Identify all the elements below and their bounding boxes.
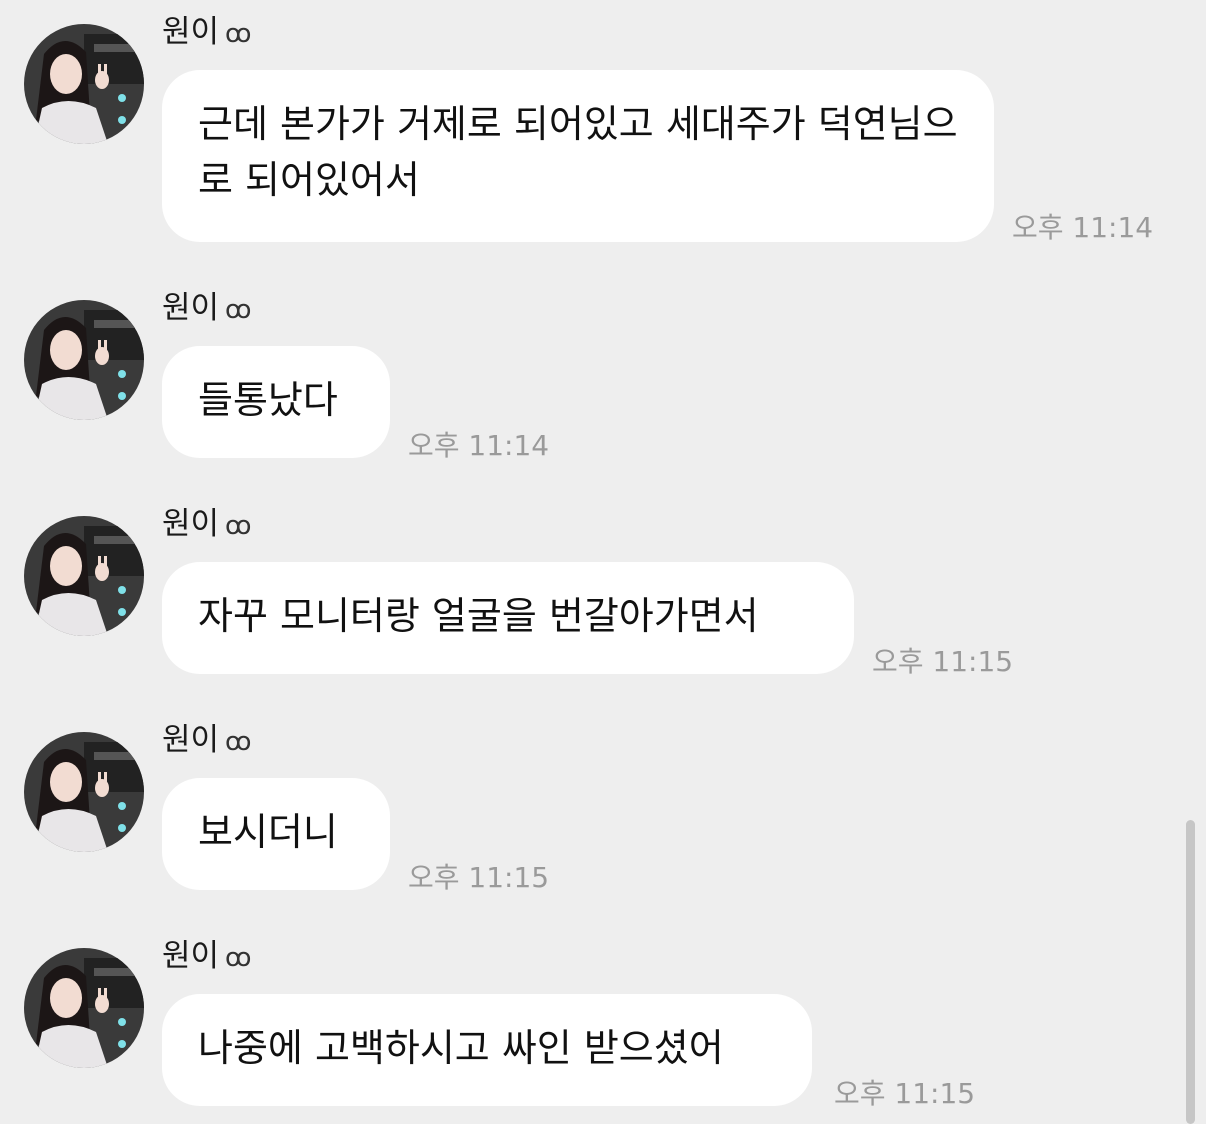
message-time: 오후 11:15 [834, 1077, 976, 1110]
infinity-icon: ꝏ [225, 511, 252, 541]
message-text: 자꾸 모니터랑 얼굴을 번갈아가면서 [198, 594, 759, 638]
infinity-icon: ꝏ [225, 943, 252, 973]
chat-container[interactable]: 원이 ꝏ 근데 본가가 거제로 되어있고 세대주가 덕연님으로 되어있어서 오후 … [0, 0, 1206, 1124]
avatar[interactable] [24, 516, 144, 636]
infinity-icon: ꝏ [225, 19, 252, 49]
avatar-image [24, 516, 144, 636]
avatar-image [24, 24, 144, 144]
avatar-image [24, 300, 144, 420]
avatar[interactable] [24, 24, 144, 144]
message-text: 나중에 고백하시고 싸인 받으셨어 [198, 1026, 724, 1070]
message-bubble[interactable]: 근데 본가가 거제로 되어있고 세대주가 덕연님으로 되어있어서 [162, 70, 994, 242]
sender-name: 원이 ꝏ [162, 504, 252, 546]
sender-name-text: 원이 [162, 938, 220, 974]
sender-name: 원이 ꝏ [162, 288, 252, 330]
message-text: 들통났다 [198, 378, 338, 422]
message-time: 오후 11:14 [1012, 211, 1154, 244]
message-text: 근데 본가가 거제로 되어있고 세대주가 덕연님으로 되어있어서 [198, 102, 958, 202]
avatar[interactable] [24, 300, 144, 420]
message-bubble[interactable]: 들통났다 [162, 346, 390, 458]
infinity-icon: ꝏ [225, 295, 252, 325]
sender-name: 원이 ꝏ [162, 12, 252, 54]
sender-name-text: 원이 [162, 14, 220, 50]
avatar[interactable] [24, 732, 144, 852]
message-bubble[interactable]: 보시더니 [162, 778, 390, 890]
sender-name-text: 원이 [162, 506, 220, 542]
message-time: 오후 11:15 [408, 861, 550, 894]
message-text: 보시더니 [198, 810, 338, 854]
message-bubble[interactable]: 나중에 고백하시고 싸인 받으셨어 [162, 994, 812, 1106]
infinity-icon: ꝏ [225, 727, 252, 757]
sender-name: 원이 ꝏ [162, 936, 252, 978]
avatar-image [24, 948, 144, 1068]
message-time: 오후 11:15 [872, 645, 1014, 678]
message-bubble[interactable]: 자꾸 모니터랑 얼굴을 번갈아가면서 [162, 562, 854, 674]
sender-name: 원이 ꝏ [162, 720, 252, 762]
scrollbar[interactable] [1186, 820, 1195, 1124]
avatar[interactable] [24, 948, 144, 1068]
message-time: 오후 11:14 [408, 429, 550, 462]
sender-name-text: 원이 [162, 290, 220, 326]
sender-name-text: 원이 [162, 722, 220, 758]
avatar-image [24, 732, 144, 852]
